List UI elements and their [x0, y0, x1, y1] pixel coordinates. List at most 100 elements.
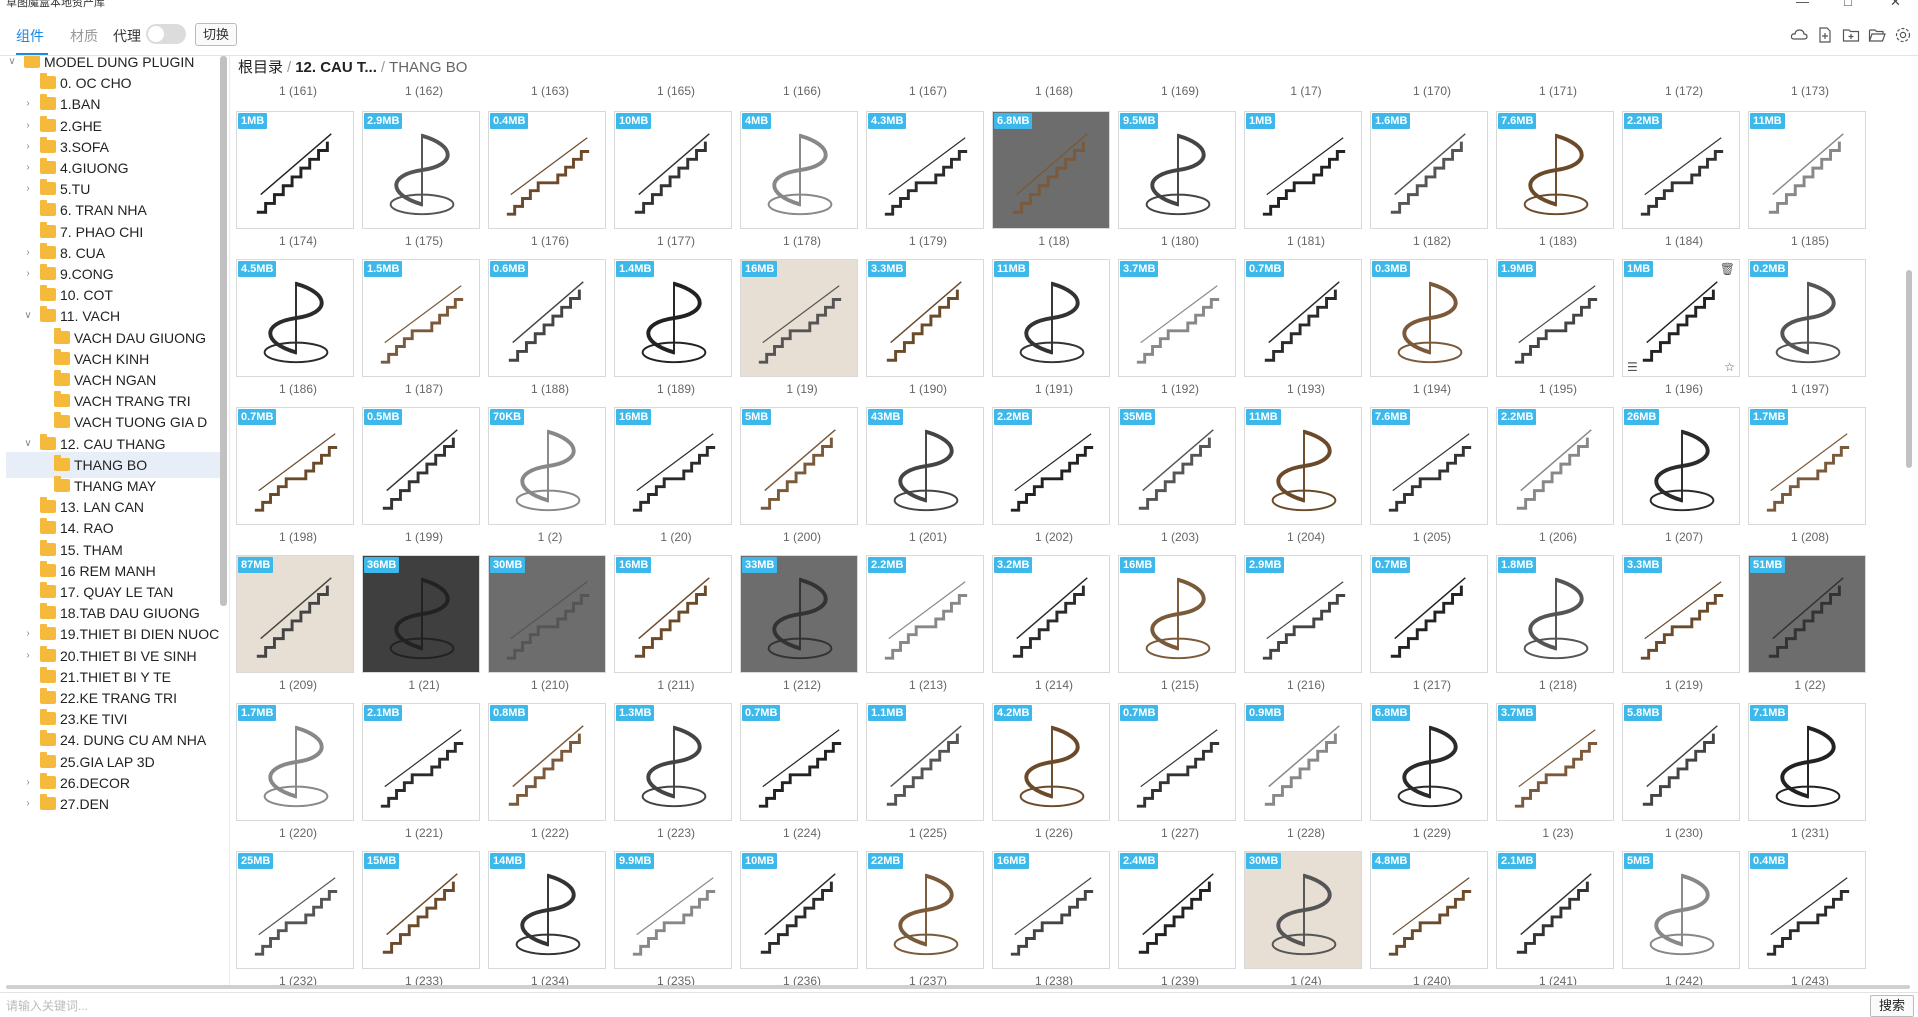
tab-components[interactable]: 组件	[16, 26, 44, 46]
settings-icon[interactable]	[1894, 26, 1912, 44]
maximize-icon[interactable]: □	[1844, 0, 1852, 8]
asset-card[interactable]: 2.2MB	[866, 555, 984, 673]
asset-card[interactable]: 0.7MB	[1244, 259, 1362, 377]
asset-card[interactable]: 1.7MB	[1748, 407, 1866, 525]
asset-card[interactable]: 2.4MB	[1118, 851, 1236, 969]
asset-card[interactable]: 0.4MB	[488, 111, 606, 229]
asset-card[interactable]: 2.1MB	[362, 703, 480, 821]
asset-card[interactable]: 87MB	[236, 555, 354, 673]
asset-card[interactable]: 5MB	[1622, 851, 1740, 969]
asset-card[interactable]: 0.7MB	[1370, 555, 1488, 673]
asset-card[interactable]: 9.5MB	[1118, 111, 1236, 229]
asset-card[interactable]: 5.8MB	[1622, 703, 1740, 821]
asset-card[interactable]: 1.6MB	[1370, 111, 1488, 229]
asset-card[interactable]: 2.9MB	[362, 111, 480, 229]
asset-card[interactable]: 1MB 🗑 ☰ ☆	[1622, 259, 1740, 377]
panel-divider[interactable]	[229, 56, 230, 986]
cloud-icon[interactable]	[1790, 26, 1808, 44]
asset-card[interactable]: 2.9MB	[1244, 555, 1362, 673]
asset-card[interactable]: 1.4MB	[614, 259, 732, 377]
asset-card[interactable]: 0.7MB	[740, 703, 858, 821]
asset-card[interactable]: 30MB	[1244, 851, 1362, 969]
asset-card[interactable]: 16MB	[614, 555, 732, 673]
asset-card[interactable]: 3.2MB	[992, 555, 1110, 673]
asset-card[interactable]: 14MB	[488, 851, 606, 969]
minimize-icon[interactable]: —	[1796, 0, 1809, 8]
asset-card[interactable]: 25MB	[236, 851, 354, 969]
asset-card[interactable]: 2.2MB	[992, 407, 1110, 525]
asset-card[interactable]: 3.7MB	[1496, 703, 1614, 821]
close-icon[interactable]: ✕	[1890, 0, 1901, 8]
asset-card[interactable]: 0.2MB	[1748, 259, 1866, 377]
asset-card[interactable]: 4.3MB	[866, 111, 984, 229]
asset-card[interactable]: 9.9MB	[614, 851, 732, 969]
breadcrumb-root[interactable]: 根目录	[238, 59, 283, 76]
asset-card[interactable]: 11MB	[1244, 407, 1362, 525]
delete-icon[interactable]: 🗑	[1720, 262, 1735, 276]
sidebar-scrollbar[interactable]	[220, 56, 227, 606]
asset-card[interactable]: 1.9MB	[1496, 259, 1614, 377]
search-input[interactable]	[6, 996, 1866, 1016]
asset-card[interactable]: 4.8MB	[1370, 851, 1488, 969]
new-folder-icon[interactable]	[1842, 26, 1860, 44]
asset-card[interactable]: 70KB	[488, 407, 606, 525]
asset-card[interactable]: 0.5MB	[362, 407, 480, 525]
breadcrumb-parent[interactable]: 12. CAU T...	[295, 59, 377, 76]
asset-card[interactable]: 5MB	[740, 407, 858, 525]
add-file-icon[interactable]	[1816, 26, 1834, 44]
asset-card[interactable]: 3.3MB	[1622, 555, 1740, 673]
asset-card[interactable]: 35MB	[1118, 407, 1236, 525]
horizontal-scrollbar[interactable]	[6, 985, 1910, 989]
asset-card[interactable]: 10MB	[740, 851, 858, 969]
asset-card[interactable]: 7.1MB	[1748, 703, 1866, 821]
chevron-right-icon[interactable]: ›	[22, 791, 34, 817]
asset-card[interactable]: 0.7MB	[1118, 703, 1236, 821]
asset-card[interactable]: 16MB	[992, 851, 1110, 969]
asset-card[interactable]: 30MB	[488, 555, 606, 673]
asset-card[interactable]: 1MB	[1244, 111, 1362, 229]
asset-card[interactable]: 2.2MB	[1622, 111, 1740, 229]
proxy-toggle[interactable]	[146, 24, 186, 44]
asset-card[interactable]: 10MB	[614, 111, 732, 229]
asset-card[interactable]: 4.5MB	[236, 259, 354, 377]
asset-card[interactable]: 0.8MB	[488, 703, 606, 821]
asset-card[interactable]: 22MB	[866, 851, 984, 969]
asset-card[interactable]: 7.6MB	[1496, 111, 1614, 229]
star-icon[interactable]: ☆	[1724, 360, 1735, 374]
asset-card[interactable]: 16MB	[1118, 555, 1236, 673]
asset-card[interactable]: 3.7MB	[1118, 259, 1236, 377]
asset-card[interactable]: 6.8MB	[1370, 703, 1488, 821]
asset-card[interactable]: 16MB	[740, 259, 858, 377]
asset-card[interactable]: 7.6MB	[1370, 407, 1488, 525]
asset-card[interactable]: 0.9MB	[1244, 703, 1362, 821]
asset-card[interactable]: 4MB	[740, 111, 858, 229]
asset-card[interactable]: 1.7MB	[236, 703, 354, 821]
asset-card[interactable]: 33MB	[740, 555, 858, 673]
asset-card[interactable]: 1.1MB	[866, 703, 984, 821]
asset-card[interactable]: 26MB	[1622, 407, 1740, 525]
asset-card[interactable]: 1.8MB	[1496, 555, 1614, 673]
asset-card[interactable]: 15MB	[362, 851, 480, 969]
asset-card[interactable]: 11MB	[992, 259, 1110, 377]
asset-card[interactable]: 2.1MB	[1496, 851, 1614, 969]
asset-card[interactable]: 43MB	[866, 407, 984, 525]
asset-card[interactable]: 6.8MB	[992, 111, 1110, 229]
asset-card[interactable]: 36MB	[362, 555, 480, 673]
grid-scrollbar[interactable]	[1906, 270, 1912, 468]
open-folder-icon[interactable]	[1868, 26, 1886, 44]
switch-button[interactable]: 切换	[195, 23, 237, 46]
asset-card[interactable]: 3.3MB	[866, 259, 984, 377]
asset-card[interactable]: 0.4MB	[1748, 851, 1866, 969]
asset-card[interactable]: 16MB	[614, 407, 732, 525]
replace-icon[interactable]: ☰	[1627, 360, 1638, 374]
asset-card[interactable]: 51MB	[1748, 555, 1866, 673]
asset-card[interactable]: 11MB	[1748, 111, 1866, 229]
tab-materials[interactable]: 材质	[70, 26, 98, 46]
asset-card[interactable]: 1.5MB	[362, 259, 480, 377]
asset-card[interactable]: 1MB	[236, 111, 354, 229]
asset-card[interactable]: 0.6MB	[488, 259, 606, 377]
asset-card[interactable]: 0.7MB	[236, 407, 354, 525]
asset-card[interactable]: 0.3MB	[1370, 259, 1488, 377]
tree-item[interactable]: › 27.DEN	[6, 791, 222, 817]
search-button[interactable]: 搜索	[1870, 995, 1914, 1017]
